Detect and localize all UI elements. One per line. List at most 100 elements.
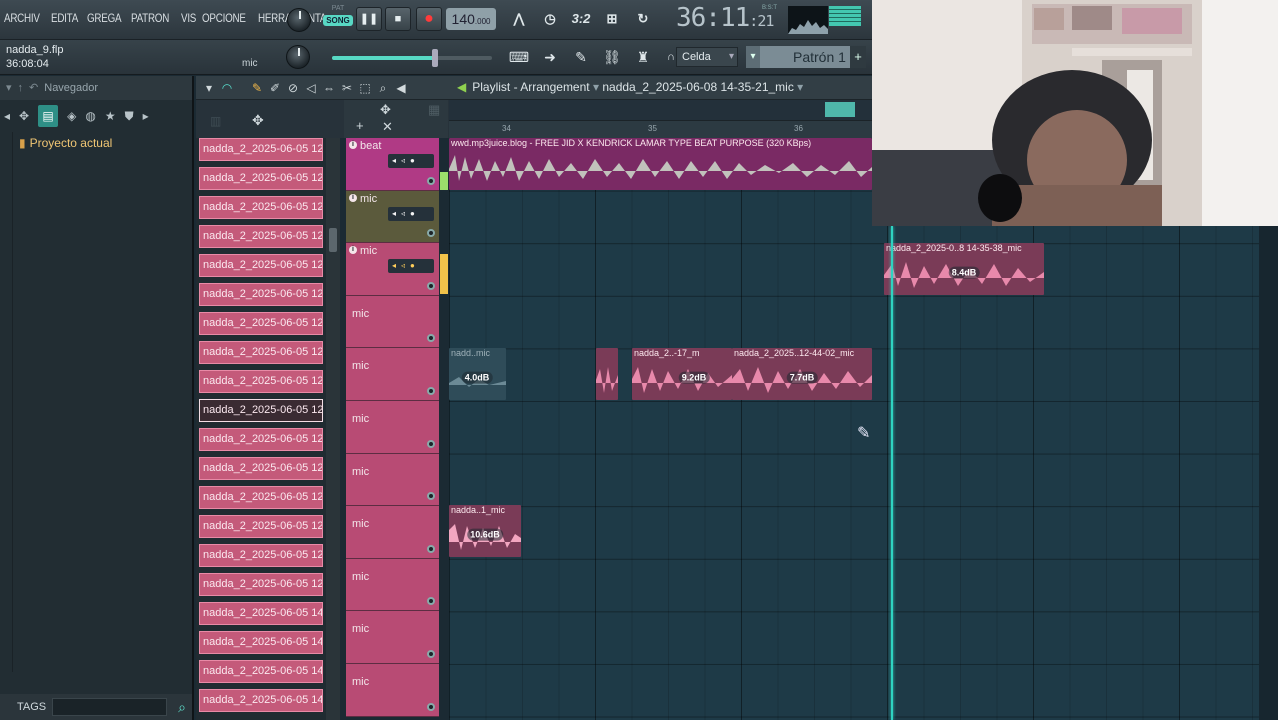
track-header-mic[interactable]: mic: [346, 611, 439, 664]
menu-patron[interactable]: PATRON: [131, 11, 169, 25]
star-icon[interactable]: ★: [105, 109, 116, 123]
track-header-beat[interactable]: i beat ◂◃●: [346, 138, 439, 191]
browser-menu-icon[interactable]: ▾: [6, 82, 12, 94]
track-header-mic[interactable]: mic: [346, 558, 439, 612]
draw-tool-icon[interactable]: ✎: [248, 79, 266, 97]
clip-list-scroll-thumb[interactable]: [329, 228, 337, 252]
collapse-icon[interactable]: ▦: [428, 102, 440, 118]
track-controls[interactable]: ◂◃●: [388, 259, 434, 274]
clip-item[interactable]: nadda_2_2025-06-05 12...: [199, 544, 323, 567]
clip-item[interactable]: nadda_2_2025-06-05 12...: [199, 283, 323, 306]
audio-clip-mic[interactable]: nadda_2_2025-0..8 14-35-38_mic 8.4dB: [884, 243, 1044, 295]
master-volume-knob[interactable]: [287, 8, 311, 32]
track-enable-led[interactable]: [427, 334, 435, 343]
clip-item[interactable]: nadda_2_2025-06-05 12...: [199, 370, 323, 393]
track-enable-led[interactable]: [427, 702, 435, 711]
headphones-icon[interactable]: ◠: [218, 79, 236, 97]
clip-item[interactable]: nadda_2_2025-06-05 12...: [199, 515, 323, 538]
slider-thumb[interactable]: [432, 49, 438, 67]
add-pattern-button[interactable]: +: [850, 46, 866, 68]
clip-item[interactable]: nadda_2_2025-06-05 12...: [199, 254, 323, 277]
pause-button[interactable]: ❚❚: [356, 7, 382, 31]
wait-for-input-icon[interactable]: ◷: [537, 8, 563, 30]
track-enable-led[interactable]: [427, 649, 435, 658]
clip-item-selected[interactable]: nadda_2_2025-06-05 12...: [199, 399, 323, 422]
clip-item[interactable]: nadda_2_2025-06-05 12...: [199, 428, 323, 451]
metronome-icon[interactable]: ⋀: [506, 8, 532, 30]
track-enable-led[interactable]: [427, 492, 435, 501]
tempo-display[interactable]: 140.000: [446, 8, 496, 30]
add-track-icon[interactable]: +: [356, 118, 364, 133]
pattern-list-icon[interactable]: ▥: [210, 114, 221, 128]
audio-clip-mic[interactable]: [596, 348, 618, 400]
audio-clip-beat[interactable]: wwd.mp3juice.blog - FREE JID X KENDRICK …: [449, 138, 872, 190]
plugin-icon[interactable]: ◈: [67, 109, 76, 123]
remove-track-icon[interactable]: ✕: [382, 119, 393, 135]
clip-item[interactable]: nadda_2_2025-06-05 12...: [199, 486, 323, 509]
song-position-display[interactable]: 36:11:21: [676, 3, 774, 33]
track-enable-led[interactable]: [427, 176, 435, 185]
track-controls[interactable]: ◂◃●: [388, 154, 434, 168]
collapse-left-icon[interactable]: ◂: [4, 109, 10, 123]
pattern-dropdown-icon[interactable]: ▾: [746, 46, 760, 68]
track-enable-led[interactable]: [427, 386, 435, 395]
track-header-mic[interactable]: i mic ◂◃●: [346, 190, 439, 244]
master-volume-slider[interactable]: [332, 49, 492, 67]
slice-tool-icon[interactable]: ✂: [338, 79, 356, 97]
menu-vista[interactable]: VIS: [181, 11, 196, 25]
track-header-mic[interactable]: mic: [346, 348, 439, 401]
track-info-icon[interactable]: i: [349, 193, 357, 202]
menu-opciones[interactable]: OPCIONE: [202, 11, 246, 25]
delete-tool-icon[interactable]: ⊘: [284, 79, 302, 97]
paint-tool-icon[interactable]: ✐: [266, 79, 284, 97]
menu-edita[interactable]: EDITA: [51, 11, 78, 25]
record-button[interactable]: ●: [416, 7, 442, 31]
search-icon[interactable]: ⌕: [178, 694, 186, 720]
browser-back-icon[interactable]: ↶: [29, 82, 38, 94]
zoom-tool-icon[interactable]: ⌕: [374, 79, 392, 97]
clip-item[interactable]: nadda_2_2025-06-05 12...: [199, 196, 323, 219]
menu-agrega[interactable]: GREGA: [87, 11, 122, 25]
track-enable-led[interactable]: [427, 544, 435, 553]
countdown-icon[interactable]: 3:2: [568, 8, 594, 30]
audio-clip-mic[interactable]: nadda_2_2025..12-44-02_mic 7.7dB: [732, 348, 872, 400]
audio-clip-mic[interactable]: nadda_2..-17_m 9.2dB: [632, 348, 732, 400]
mute-tool-icon[interactable]: ◁: [302, 79, 320, 97]
tag-search-input[interactable]: [52, 698, 167, 716]
clip-item[interactable]: nadda_2_2025-06-05 12...: [199, 312, 323, 335]
clip-item[interactable]: nadda_2_2025-06-05 14...: [199, 660, 323, 683]
audio-clip-mic[interactable]: nadda..1_mic 10.6dB: [449, 505, 521, 557]
track-enable-led[interactable]: [427, 229, 435, 238]
track-header-mic[interactable]: i mic ◂◃●: [346, 243, 439, 296]
clip-item[interactable]: nadda_2_2025-06-05 14...: [199, 631, 323, 654]
step-edit-icon[interactable]: ⊞: [599, 8, 625, 30]
track-enable-led[interactable]: [427, 281, 435, 290]
tree-item-current-project[interactable]: ▮ Proyecto actual: [13, 136, 192, 150]
track-info-icon[interactable]: i: [349, 141, 357, 149]
globe-icon[interactable]: ◍: [85, 109, 95, 123]
playlist-menu-icon[interactable]: ▾: [200, 79, 218, 97]
track-header-mic[interactable]: mic: [346, 295, 439, 349]
expand-icon[interactable]: ✥: [19, 109, 29, 123]
loop-record-icon[interactable]: ↻: [630, 8, 656, 30]
track-header-mic[interactable]: mic: [346, 506, 439, 559]
collapse-right-icon[interactable]: ▸: [143, 109, 149, 123]
track-info-icon[interactable]: i: [349, 246, 357, 255]
track-header-mic[interactable]: mic: [346, 400, 439, 454]
track-enable-led[interactable]: [427, 439, 435, 448]
timeline-ruler[interactable]: 34 35 36: [449, 120, 872, 138]
master-pitch-knob[interactable]: [286, 45, 310, 69]
clip-item[interactable]: nadda_2_2025-06-05 12...: [199, 225, 323, 248]
move-icon[interactable]: ✥: [380, 102, 391, 118]
scroll-position[interactable]: [825, 102, 855, 117]
arrow-right-icon[interactable]: ➜: [537, 46, 563, 68]
clip-item[interactable]: nadda_2_2025-06-05 12...: [199, 341, 323, 364]
horizontal-scroll[interactable]: [449, 100, 872, 120]
clip-list-scrollbar[interactable]: [326, 138, 340, 720]
file-view-icon[interactable]: ▤: [38, 105, 59, 127]
magic-wand-icon[interactable]: ✎: [568, 46, 594, 68]
clip-item[interactable]: nadda_2_2025-06-05 12...: [199, 138, 323, 161]
playhead[interactable]: [891, 226, 893, 720]
audio-clip-mic[interactable]: nadd..mic 4.0dB: [449, 348, 506, 400]
clip-item[interactable]: nadda_2_2025-06-05 14...: [199, 602, 323, 625]
